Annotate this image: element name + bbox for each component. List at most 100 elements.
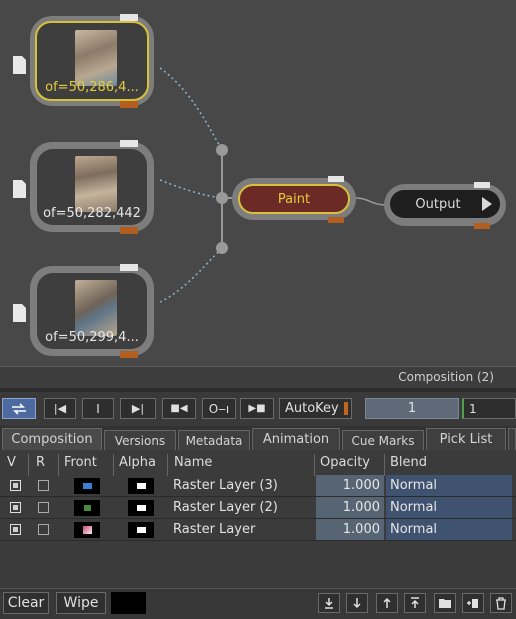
output-node[interactable]: Output (384, 182, 506, 229)
wipe-button[interactable]: Wipe (56, 592, 106, 614)
document-icon (13, 180, 26, 198)
loop-icon (12, 402, 26, 415)
mark-in-button[interactable]: I (82, 398, 114, 419)
alpha-swatch[interactable] (128, 478, 154, 494)
arrow-to-bottom-icon (325, 598, 333, 609)
mark-in-label: I (96, 401, 100, 416)
render-checkbox[interactable] (38, 524, 49, 535)
layer-name: Raster Layer (173, 522, 256, 537)
blend-mode-field[interactable]: Normal (386, 475, 512, 496)
column-header-r[interactable]: R (36, 455, 45, 475)
delete-layer-button[interactable] (490, 593, 512, 613)
front-swatch[interactable] (74, 478, 100, 494)
tab-pick-list[interactable]: Pick List (426, 428, 506, 450)
go-to-start-button[interactable]: |◀ (44, 398, 76, 419)
thumbnail-image (75, 30, 117, 86)
skip-to-end-icon: ▶| (131, 402, 145, 415)
column-divider[interactable] (28, 454, 29, 476)
tab-animation[interactable]: Animation (252, 428, 340, 450)
composition-title: Composition (2) (398, 370, 494, 384)
move-up-button[interactable] (376, 593, 398, 613)
front-swatch[interactable] (74, 500, 100, 516)
arrow-to-top-icon (411, 597, 419, 608)
visible-checkbox[interactable] (10, 480, 21, 491)
column-divider[interactable] (384, 454, 385, 476)
render-checkbox[interactable] (38, 502, 49, 513)
node-output-tab (328, 217, 344, 223)
visible-checkbox[interactable] (10, 524, 21, 535)
tab-composition[interactable]: Composition (2, 428, 102, 450)
blend-mode-field[interactable]: Normal (386, 497, 512, 518)
node-graph[interactable]: of=50,286,4... of=50,282,442 of=50,299,4… (0, 0, 516, 388)
input-junction[interactable] (216, 192, 228, 204)
frame-field-2[interactable]: 1 (462, 398, 516, 419)
move-to-top-button[interactable] (404, 593, 426, 613)
front-swatch[interactable] (74, 522, 100, 538)
step-back-icon: ■◀ (170, 403, 188, 414)
table-row[interactable]: Raster Layer (2) 1.000 Normal (0, 497, 516, 519)
table-row[interactable]: Raster Layer 1.000 Normal (0, 519, 516, 541)
opacity-field[interactable]: 1.000 (316, 497, 384, 518)
output-node-label: Output (415, 196, 461, 212)
column-header-opacity[interactable]: Opacity (320, 455, 370, 475)
node-output-tab (120, 227, 138, 234)
tab-cue-marks[interactable]: Cue Marks (342, 430, 424, 450)
go-to-end-button[interactable]: ▶| (120, 398, 156, 419)
play-arrow-icon (482, 197, 492, 211)
render-checkbox[interactable] (38, 480, 49, 491)
move-to-bottom-button[interactable] (318, 593, 340, 613)
move-down-button[interactable] (346, 593, 368, 613)
visible-checkbox[interactable] (10, 502, 21, 513)
source-node-label: of=50,299,4... (45, 330, 139, 345)
key-button[interactable]: O‒ı (202, 398, 236, 419)
loop-toggle-button[interactable] (2, 398, 36, 419)
input-junction[interactable] (216, 144, 228, 156)
column-header-blend[interactable]: Blend (390, 455, 427, 475)
alpha-swatch[interactable] (128, 522, 154, 538)
source-node-3[interactable]: of=50,299,4... (30, 264, 154, 358)
folder-button[interactable] (434, 593, 456, 613)
current-frame-field[interactable]: 1 (365, 398, 459, 419)
folder-icon (439, 599, 451, 608)
column-divider[interactable] (314, 454, 315, 476)
arrow-up-icon (383, 597, 391, 608)
column-divider[interactable] (113, 454, 114, 476)
source-node-label: of=50,282,442 (43, 206, 141, 221)
clear-button[interactable]: Clear (3, 592, 49, 614)
autokey-indicator (344, 402, 348, 415)
tab-metadata[interactable]: Metadata (178, 430, 250, 450)
column-header-name[interactable]: Name (174, 455, 212, 475)
autokey-button[interactable]: AutoKey (279, 398, 352, 419)
layer-name: Raster Layer (2) (173, 500, 278, 515)
node-input-tab (120, 264, 138, 271)
trash-icon (496, 596, 506, 610)
source-node-2[interactable]: of=50,282,442 (30, 140, 154, 234)
node-output-tab (474, 223, 490, 229)
node-output-tab (120, 101, 138, 108)
add-layer-icon (467, 599, 478, 608)
table-row[interactable]: Raster Layer (3) 1.000 Normal (0, 475, 516, 497)
column-divider[interactable] (167, 454, 168, 476)
document-icon (13, 304, 26, 322)
tab-versions[interactable]: Versions (104, 430, 176, 450)
opacity-field[interactable]: 1.000 (316, 519, 384, 540)
tab-overflow[interactable] (508, 428, 516, 450)
blend-mode-field[interactable]: Normal (386, 519, 512, 540)
paint-node[interactable]: Paint (232, 176, 356, 223)
step-back-button[interactable]: ■◀ (162, 398, 196, 419)
composition-title-bar: Composition (2) (0, 366, 516, 389)
step-forward-button[interactable]: ▶■ (240, 398, 274, 419)
node-input-tab (474, 182, 490, 188)
column-divider[interactable] (58, 454, 59, 476)
add-layer-button[interactable] (462, 593, 484, 613)
column-header-front[interactable]: Front (64, 455, 97, 475)
column-header-alpha[interactable]: Alpha (119, 455, 156, 475)
source-node-1[interactable]: of=50,286,4... (30, 14, 154, 108)
wipe-color-swatch[interactable] (111, 592, 146, 614)
source-node-label: of=50,286,4... (45, 80, 139, 95)
autokey-label: AutoKey (285, 401, 339, 416)
input-junction[interactable] (216, 242, 228, 254)
column-header-v[interactable]: V (7, 455, 16, 475)
alpha-swatch[interactable] (128, 500, 154, 516)
opacity-field[interactable]: 1.000 (316, 475, 384, 496)
